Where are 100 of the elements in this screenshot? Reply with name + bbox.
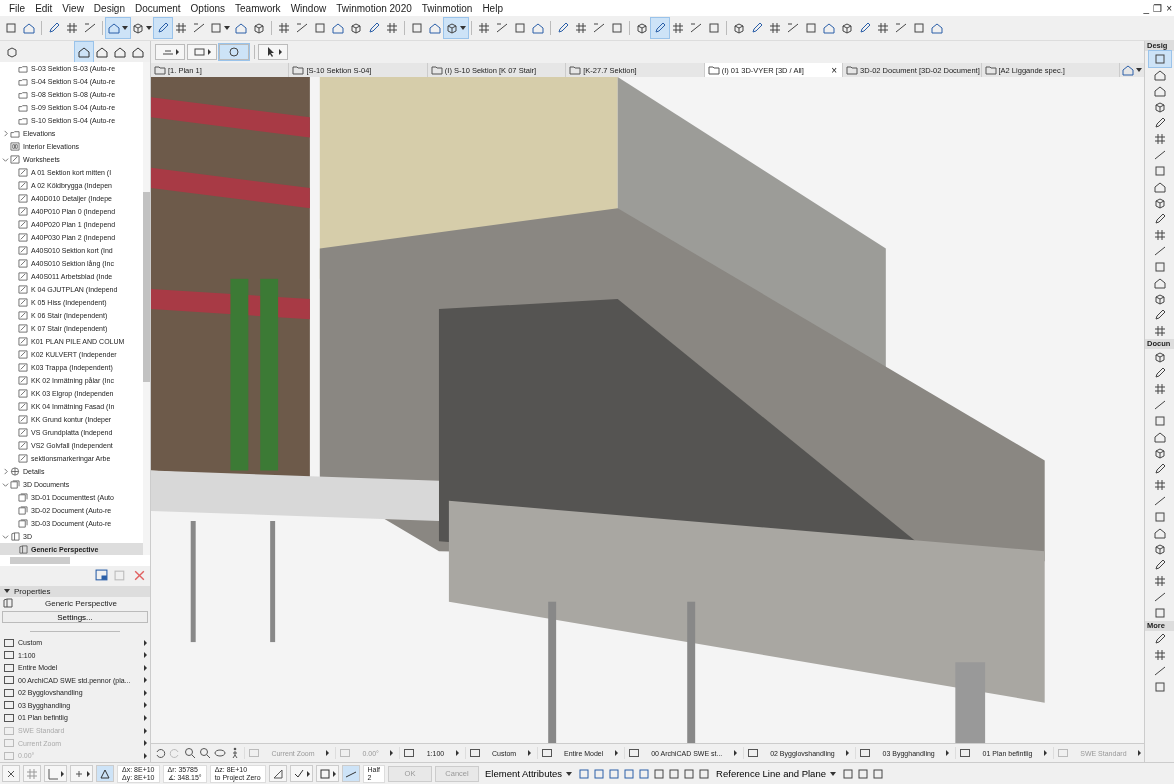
element-attributes-dropdown[interactable]: Element Attributes — [482, 765, 576, 782]
zoom-icon[interactable] — [199, 747, 211, 759]
reference-line-dropdown[interactable]: Reference Line and Plane — [713, 765, 839, 782]
square-icon — [5, 22, 17, 34]
menu-item[interactable]: Edit — [30, 2, 58, 14]
view-menu-button[interactable] — [1119, 63, 1144, 77]
view-icon — [18, 428, 28, 438]
toolbar-button[interactable] — [315, 765, 339, 782]
square-icon — [1153, 607, 1166, 619]
view-icon — [18, 454, 28, 464]
orbit-icon[interactable] — [214, 747, 226, 759]
window-control[interactable]: _ — [1141, 2, 1152, 14]
panel-title: Properties — [14, 586, 51, 596]
close-button[interactable]: × — [831, 64, 840, 76]
view-icon — [18, 324, 28, 334]
chevron-icon — [2, 533, 9, 541]
window-control[interactable]: × — [1164, 2, 1174, 14]
square-icon[interactable] — [698, 767, 711, 780]
view-icon — [18, 389, 28, 399]
view-icon — [18, 441, 28, 451]
window-control[interactable]: ❐ — [1151, 2, 1165, 14]
square-icon — [1153, 511, 1166, 523]
view-icon — [846, 64, 859, 76]
menu-item[interactable]: Teamwork — [230, 2, 286, 14]
undo-icon[interactable] — [154, 747, 166, 759]
view-icon — [18, 311, 28, 321]
view-icon — [18, 415, 28, 425]
view-name: Generic Perspective — [44, 599, 118, 609]
toolbar-button[interactable] — [289, 765, 313, 782]
view-icon — [18, 545, 28, 555]
menu-item[interactable]: Window — [285, 2, 332, 14]
toolbar-button[interactable] — [444, 18, 468, 38]
view-icon — [18, 285, 28, 295]
square-icon — [708, 22, 720, 34]
properties-header[interactable]: Properties — [0, 585, 150, 598]
chevron-icon — [2, 156, 9, 164]
menu-item[interactable]: Help — [477, 2, 508, 14]
menu-item[interactable]: Options — [185, 2, 231, 14]
square-icon — [514, 22, 526, 34]
view-icon — [430, 64, 443, 76]
menu-item[interactable]: Design — [88, 2, 130, 14]
toolbar-button[interactable] — [2, 765, 20, 782]
view-icon — [18, 363, 28, 373]
view-icon — [18, 376, 28, 386]
view-icon — [18, 181, 28, 191]
view-icon — [569, 64, 582, 76]
menu-item[interactable]: Twinmotion 2020 — [331, 2, 417, 14]
view-icon — [18, 519, 28, 529]
toolbar-button[interactable] — [258, 44, 288, 60]
axes-icon — [47, 767, 59, 780]
square-icon — [411, 22, 423, 34]
view-icon — [18, 168, 28, 178]
scrollbar-thumb[interactable] — [10, 557, 70, 565]
scrollbar-thumb[interactable] — [143, 192, 150, 383]
view-icon — [18, 506, 28, 516]
view-icon — [2, 597, 14, 610]
square-icon — [1153, 415, 1166, 427]
view-icon — [10, 467, 20, 477]
view-icon — [18, 298, 28, 308]
square-icon — [627, 747, 640, 759]
view-icon — [18, 402, 28, 412]
view-icon — [10, 480, 20, 490]
toolbar-button[interactable] — [341, 765, 360, 782]
orbit-icon — [228, 46, 240, 58]
square-icon — [3, 712, 15, 724]
view-icon — [984, 64, 997, 76]
view-icon — [18, 259, 28, 269]
view-icon — [707, 64, 720, 76]
view-icon — [18, 272, 28, 282]
view-icon — [154, 64, 166, 76]
view-icon — [18, 233, 28, 243]
square-icon — [1153, 165, 1166, 177]
square-icon — [210, 22, 222, 34]
menu-item[interactable]: Document — [130, 2, 186, 14]
view-icon — [292, 64, 305, 76]
caret-icon — [460, 26, 466, 30]
toolbar-button[interactable] — [96, 765, 114, 782]
menu-item[interactable]: File — [4, 2, 31, 14]
view-icon — [10, 142, 20, 152]
navigator-mode-button[interactable] — [75, 41, 93, 62]
view-icon — [10, 532, 20, 542]
menu-item[interactable]: Twinmotion — [416, 2, 478, 14]
square-icon — [193, 46, 206, 58]
square-icon — [1153, 53, 1166, 65]
view-icon — [18, 220, 28, 230]
view-icon — [10, 155, 20, 165]
view-icon — [18, 337, 28, 347]
square-icon — [805, 22, 817, 34]
chevron-icon — [2, 130, 9, 138]
square-icon — [314, 22, 326, 34]
view-icon — [18, 207, 28, 217]
menu-item[interactable]: View — [57, 2, 89, 14]
view-icon — [18, 194, 28, 204]
square-icon — [611, 22, 623, 34]
settings-button[interactable]: Settings... — [2, 610, 148, 624]
delete-icon[interactable] — [133, 569, 146, 583]
window-icon[interactable] — [95, 569, 108, 583]
toolbar-button[interactable] — [268, 765, 287, 782]
zoom-icon[interactable] — [184, 747, 196, 759]
square-icon — [3, 636, 15, 649]
